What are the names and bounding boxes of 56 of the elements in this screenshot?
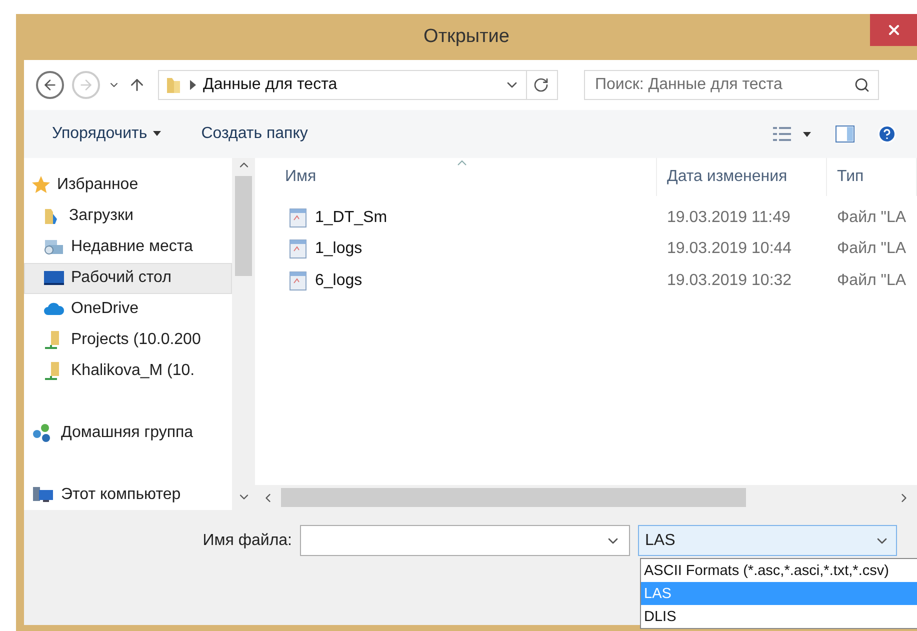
toolbar-button[interactable]: Создать папку: [201, 125, 308, 143]
sidebar-item[interactable]: Избранное: [24, 170, 232, 201]
window-title: Открытие: [422, 26, 510, 48]
file-type-dropdown[interactable]: LAS: [638, 525, 897, 556]
sidebar-item[interactable]: Этот компьютер: [24, 479, 232, 510]
cloud-icon: [43, 302, 65, 316]
desktop-icon: [43, 269, 65, 288]
star-icon: [31, 175, 51, 196]
toolbar-button[interactable]: Упорядочить: [52, 125, 162, 143]
file-name[interactable]: 6_logs: [255, 270, 642, 291]
sidebar-item[interactable]: Домашняя группа: [24, 417, 232, 448]
breadcrumb-arrow-icon: [189, 80, 197, 90]
file-icon: [289, 208, 307, 228]
path-text: Данные для теста: [203, 76, 338, 94]
list-view-icon: [773, 126, 813, 142]
type-cell-text: Файл "LA: [836, 208, 907, 227]
sidebar-item[interactable]: Projects (10.0.200: [24, 324, 232, 356]
preview-pane-button[interactable]: [835, 125, 855, 143]
sidebar-item[interactable]: Загрузки: [24, 200, 232, 232]
search-field[interactable]: Поиск: Данные для теста: [584, 70, 879, 100]
vertical-scrollbar[interactable]: [232, 158, 255, 510]
close-button[interactable]: [870, 14, 917, 46]
column-header[interactable]: Имя: [255, 158, 657, 196]
filename-field[interactable]: [300, 525, 630, 556]
view-options-button[interactable]: [773, 126, 813, 142]
computer-icon: [31, 484, 55, 505]
column-header[interactable]: Тип: [827, 158, 917, 196]
column-header[interactable]: Дата изменения: [657, 158, 827, 196]
scrollbar-thumb[interactable]: [235, 176, 252, 276]
address-bar[interactable]: Данные для теста: [158, 70, 558, 100]
sidebar-item[interactable]: OneDrive: [24, 294, 232, 324]
filename-label: Имя файла:: [202, 532, 292, 550]
caret-icon: [153, 131, 162, 137]
pane-icon: [835, 125, 855, 143]
date-cell-text: 19.03.2019 10:32: [666, 272, 793, 290]
recent-places-icon: [43, 237, 65, 258]
type-cell-text: Файл "LA: [836, 240, 907, 258]
type-cell-text: Файл "LA: [836, 272, 907, 290]
sidebar-item[interactable]: Рабочий стол: [24, 262, 232, 294]
scrollbar-thumb[interactable]: [281, 488, 746, 507]
forward-arrow-icon: [78, 77, 94, 93]
search-icon: [854, 77, 870, 93]
file-name[interactable]: 1_logs: [255, 239, 642, 260]
date-cell-text: 19.03.2019 10:44: [666, 240, 793, 258]
back-button[interactable]: [36, 71, 64, 99]
file-name[interactable]: 1_DT_Sm: [255, 208, 642, 228]
file-icon: [289, 239, 307, 260]
date-cell-text: 19.03.2019 11:49: [666, 208, 792, 227]
folder-icon: [165, 75, 183, 95]
horizontal-scrollbar[interactable]: [255, 485, 917, 510]
refresh-icon[interactable]: [533, 77, 549, 93]
sidebar-item[interactable]: Недавние места: [24, 232, 232, 263]
sidebar-item[interactable]: Khalikova_M (10.: [24, 355, 232, 386]
up-button[interactable]: [128, 76, 146, 94]
file-icon: [289, 270, 307, 291]
help-icon[interactable]: [877, 124, 897, 144]
